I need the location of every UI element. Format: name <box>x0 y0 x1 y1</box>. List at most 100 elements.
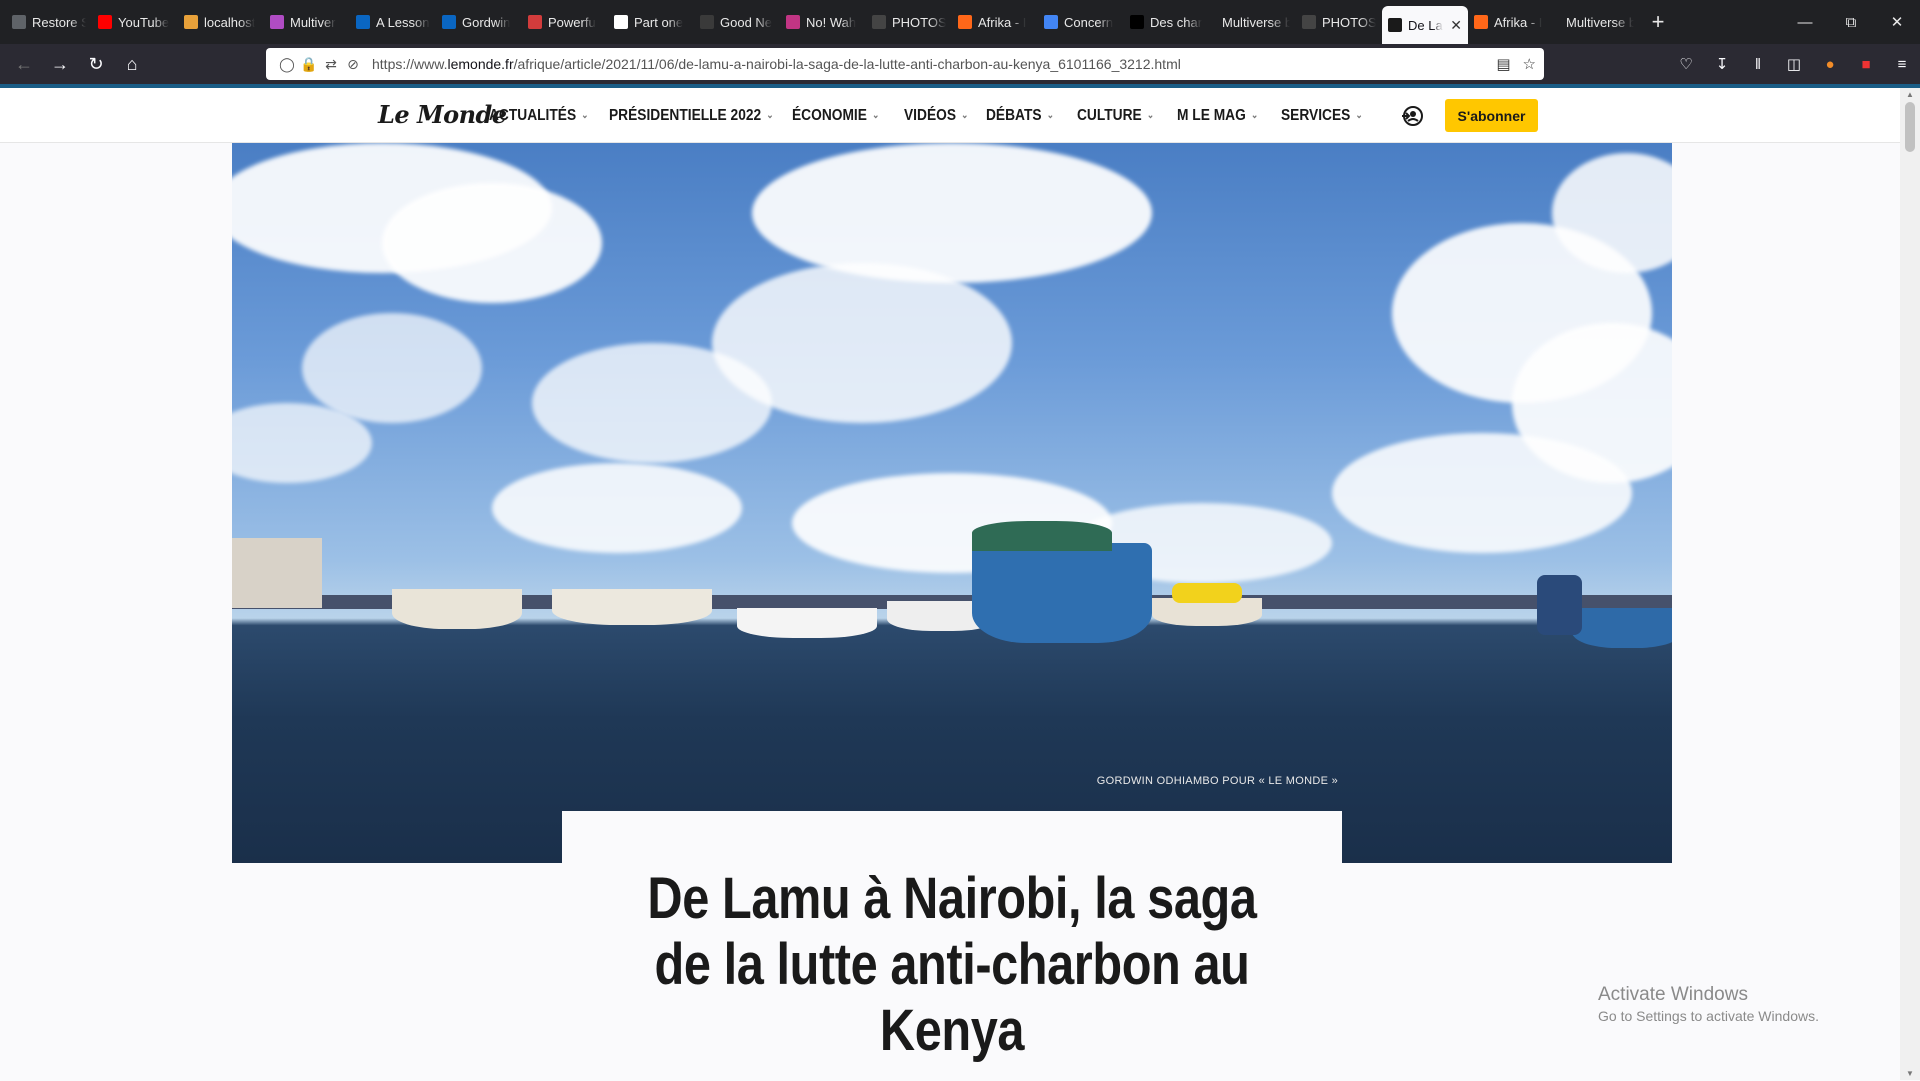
reader-view-icon[interactable]: ▤ <box>1496 55 1510 73</box>
le-monde-logo[interactable]: Le Monde <box>378 100 507 129</box>
tab-title: No! Wah <box>806 14 857 30</box>
tab-title: Multiver <box>290 14 336 30</box>
menu-item-label: PRÉSIDENTIELLE 2022 <box>609 106 762 124</box>
site-header: Le Monde ACTUALITÉS ⌄ PRÉSIDENTIELLE 2022 ⌄… <box>0 88 1900 143</box>
article-title: De Lamu à Nairobi, la saga de la lutte a… <box>647 866 1257 1063</box>
subscribe-button[interactable]: S'abonner <box>1445 99 1538 132</box>
minimize-button[interactable]: — <box>1782 0 1828 44</box>
close-window-button[interactable]: ✕ <box>1874 0 1920 44</box>
url-text[interactable]: https://www.lemonde.fr/afrique/article/2… <box>372 56 1181 72</box>
scroll-down-icon[interactable]: ▼ <box>1906 1069 1914 1078</box>
menu-item-label: CULTURE <box>1077 106 1142 124</box>
browser-tab[interactable]: PHOTOS <box>1296 4 1382 40</box>
shield-icon[interactable]: ◯ <box>276 56 298 73</box>
browser-tab[interactable]: Afrika - I <box>952 4 1038 40</box>
menu-item-label: ÉCONOMIE <box>792 106 867 124</box>
chevron-down-icon: ⌄ <box>872 110 880 121</box>
reload-button[interactable]: ↻ <box>78 48 114 80</box>
browser-tab[interactable]: Concern <box>1038 4 1124 40</box>
browser-tab[interactable]: Powerfu <box>522 4 608 40</box>
home-button[interactable]: ⌂ <box>114 48 150 80</box>
sidebar-icon[interactable]: ◫ <box>1776 55 1812 73</box>
browser-tab[interactable]: Multiverse b <box>1554 4 1640 40</box>
tab-title: PHOTOS <box>1322 14 1376 30</box>
page-icon <box>614 15 628 29</box>
powerful-icon <box>528 15 542 29</box>
forward-button[interactable]: → <box>42 48 78 80</box>
chevron-down-icon: ⌄ <box>1250 110 1259 121</box>
menu-item[interactable]: SERVICES ⌄ <box>1281 107 1383 125</box>
browser-tab[interactable]: A Lesson <box>350 4 436 40</box>
tab-title: Des char <box>1150 14 1203 30</box>
menu-item-inner: M LE MAG ⌄ <box>1177 107 1266 125</box>
back-button[interactable]: ← <box>6 48 42 80</box>
scroll-up-icon[interactable]: ▲ <box>1906 90 1914 99</box>
new-tab-button[interactable]: + <box>1640 9 1676 35</box>
chevron-down-icon: ⌄ <box>1046 110 1054 121</box>
boat <box>552 589 712 625</box>
extension-badge-icon[interactable]: ■ <box>1848 56 1884 73</box>
tab-title: Gordwin <box>462 14 511 30</box>
shore-buildings <box>232 538 322 608</box>
browser-tab[interactable]: Multiver <box>264 4 350 40</box>
extension-icon[interactable]: ● <box>1812 56 1848 73</box>
page-scrollbar[interactable]: ▲ ▼ <box>1900 88 1920 1080</box>
url-bar[interactable]: ◯ 🔒 ⇄ ⊘ https://www.lemonde.fr/afrique/a… <box>266 48 1544 80</box>
browser-tab[interactable]: Des char <box>1124 4 1210 40</box>
tracking-blocked-icon[interactable]: ⊘ <box>342 56 364 73</box>
menu-item-label: DÉBATS <box>986 106 1042 124</box>
boat <box>1572 608 1672 648</box>
tab-title: Restore S <box>32 14 86 30</box>
lock-icon[interactable]: 🔒 <box>298 56 320 73</box>
account-icon[interactable] <box>1400 104 1424 128</box>
library-icon[interactable]: ‖ <box>1740 56 1776 73</box>
menu-item-label: SERVICES <box>1281 106 1351 124</box>
browser-tab[interactable]: Multiverse b <box>1210 4 1296 40</box>
linkedin-icon <box>356 15 370 29</box>
bookmark-star-icon[interactable]: ☆ <box>1523 55 1536 73</box>
tab-title: Afrika - I <box>978 14 1027 30</box>
menu-item[interactable]: ACTUALITÉS ⌄ <box>489 107 609 125</box>
browser-tab[interactable]: No! Wah <box>780 4 866 40</box>
browser-tab[interactable]: Restore S <box>6 4 92 40</box>
browser-tab[interactable]: Afrika - I <box>1468 4 1554 40</box>
window-controls: — ⧉ ✕ <box>1782 0 1920 44</box>
photos-icon <box>1302 15 1316 29</box>
activate-windows-subtitle: Go to Settings to activate Windows. <box>1598 1008 1819 1024</box>
boat <box>972 521 1112 551</box>
menu-icon[interactable]: ≡ <box>1884 56 1920 73</box>
tab-title: Powerfu <box>548 14 596 30</box>
restore-button[interactable]: ⧉ <box>1828 0 1874 44</box>
browser-tab[interactable]: Gordwin <box>436 4 522 40</box>
chevron-down-icon: ⌄ <box>1146 110 1155 121</box>
menu-item[interactable]: CULTURE ⌄ <box>1077 107 1177 125</box>
menu-item[interactable]: VIDÉOS ⌄ <box>904 107 986 125</box>
chevron-down-icon: ⌄ <box>766 110 774 121</box>
downloads-icon[interactable]: ↧ <box>1704 55 1740 73</box>
tab-title: YouTube <box>118 14 170 30</box>
pocket-icon[interactable]: ♡ <box>1668 55 1704 73</box>
main-menu: ACTUALITÉS ⌄ PRÉSIDENTIELLE 2022 ⌄ ÉCONOMIE ⌄… <box>489 88 1383 143</box>
menu-item[interactable]: DÉBATS ⌄ <box>986 107 1077 125</box>
browser-tab[interactable]: De La ✕ <box>1382 6 1468 44</box>
menu-item[interactable]: PRÉSIDENTIELLE 2022 ⌄ <box>609 107 792 125</box>
browser-tab[interactable]: localhost <box>178 4 264 40</box>
close-tab-icon[interactable]: ✕ <box>1450 17 1462 34</box>
substack-icon <box>1474 15 1488 29</box>
permissions-icon[interactable]: ⇄ <box>320 56 342 73</box>
browser-tab[interactable]: YouTube <box>92 4 178 40</box>
browser-tab[interactable]: PHOTOS <box>866 4 952 40</box>
tab-title: Concern <box>1064 14 1114 30</box>
tab-title: Multiverse b <box>1566 14 1634 30</box>
boat <box>972 543 1152 643</box>
menu-item[interactable]: M LE MAG ⌄ <box>1177 107 1281 125</box>
menu-item-inner: CULTURE ⌄ <box>1077 107 1163 125</box>
browser-tab[interactable]: Good Ne <box>694 4 780 40</box>
menu-item-inner: DÉBATS ⌄ <box>986 107 1064 125</box>
tab-title: De La <box>1408 17 1443 33</box>
browser-tab[interactable]: Part one <box>608 4 694 40</box>
scrollbar-thumb[interactable] <box>1905 102 1915 152</box>
menu-item-inner: ÉCONOMIE ⌄ <box>792 107 888 125</box>
photos-icon <box>872 15 886 29</box>
menu-item[interactable]: ÉCONOMIE ⌄ <box>792 107 904 125</box>
